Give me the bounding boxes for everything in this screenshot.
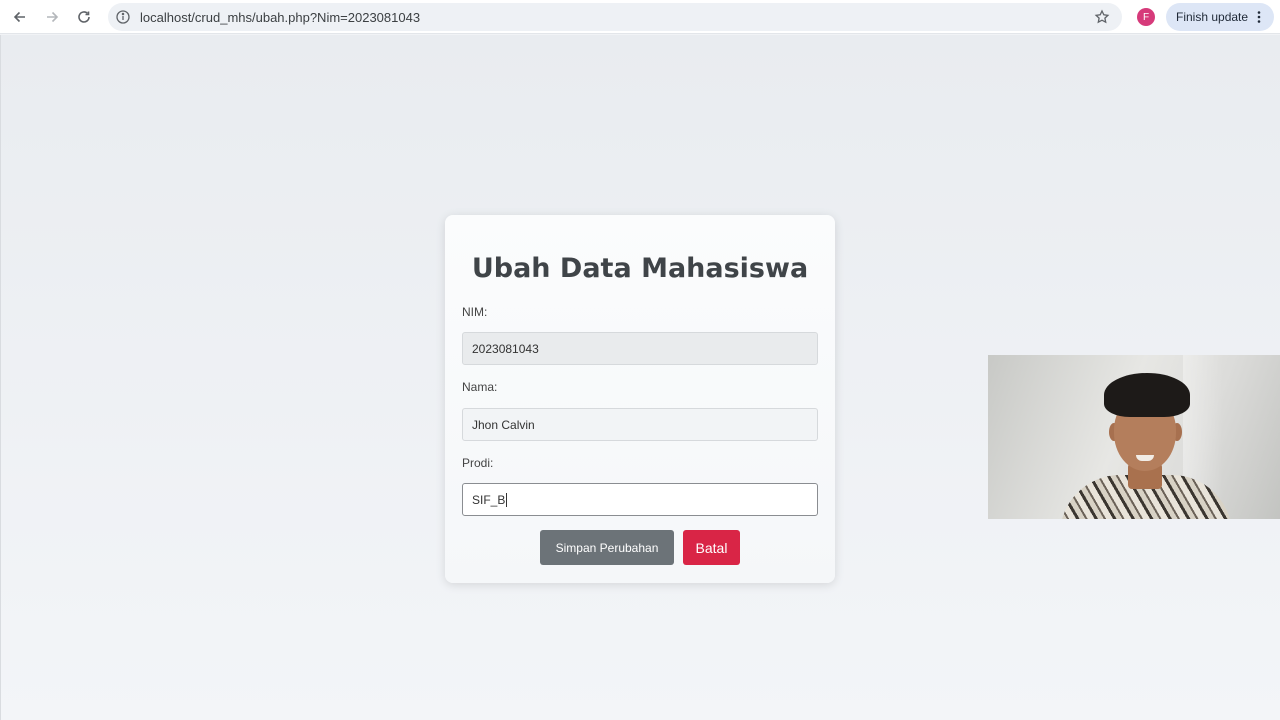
prodi-label: Prodi: [462, 456, 494, 470]
cancel-button[interactable]: Batal [683, 530, 740, 565]
back-button[interactable] [8, 5, 32, 29]
nama-label: Nama: [462, 380, 498, 394]
info-icon[interactable] [115, 9, 131, 25]
prodi-value: SIF_B [472, 492, 506, 507]
reload-icon [78, 10, 90, 23]
reload-button[interactable] [72, 5, 96, 29]
forward-arrow-icon [47, 11, 59, 22]
webcam-person-hair [1104, 373, 1190, 417]
nama-value: Jhon Calvin [472, 417, 535, 432]
edit-student-form: Ubah Data Mahasiswa NIM: 2023081043 Nama… [445, 215, 835, 583]
finish-update-button[interactable]: Finish update [1166, 3, 1274, 31]
nim-value: 2023081043 [472, 341, 539, 356]
finish-update-label: Finish update [1176, 10, 1249, 24]
browser-toolbar: localhost/crud_mhs/ubah.php?Nim=20230810… [0, 0, 1280, 34]
nama-field[interactable]: Jhon Calvin [462, 408, 818, 441]
forward-button[interactable] [40, 5, 64, 29]
address-bar[interactable]: localhost/crud_mhs/ubah.php?Nim=20230810… [108, 3, 1122, 31]
save-button[interactable]: Simpan Perubahan [540, 530, 674, 565]
page-title: Ubah Data Mahasiswa [471, 253, 809, 284]
url-text[interactable]: localhost/crud_mhs/ubah.php?Nim=20230810… [140, 10, 420, 25]
prodi-field[interactable]: SIF_B [462, 483, 818, 516]
kebab-menu-icon[interactable] [1252, 9, 1266, 25]
star-icon[interactable] [1094, 9, 1110, 25]
nim-label: NIM: [462, 305, 488, 319]
nim-field[interactable]: 2023081043 [462, 332, 818, 365]
text-caret [506, 492, 508, 507]
webcam-overlay [988, 355, 1280, 519]
profile-avatar[interactable]: F [1137, 8, 1155, 26]
back-arrow-icon [13, 11, 25, 22]
